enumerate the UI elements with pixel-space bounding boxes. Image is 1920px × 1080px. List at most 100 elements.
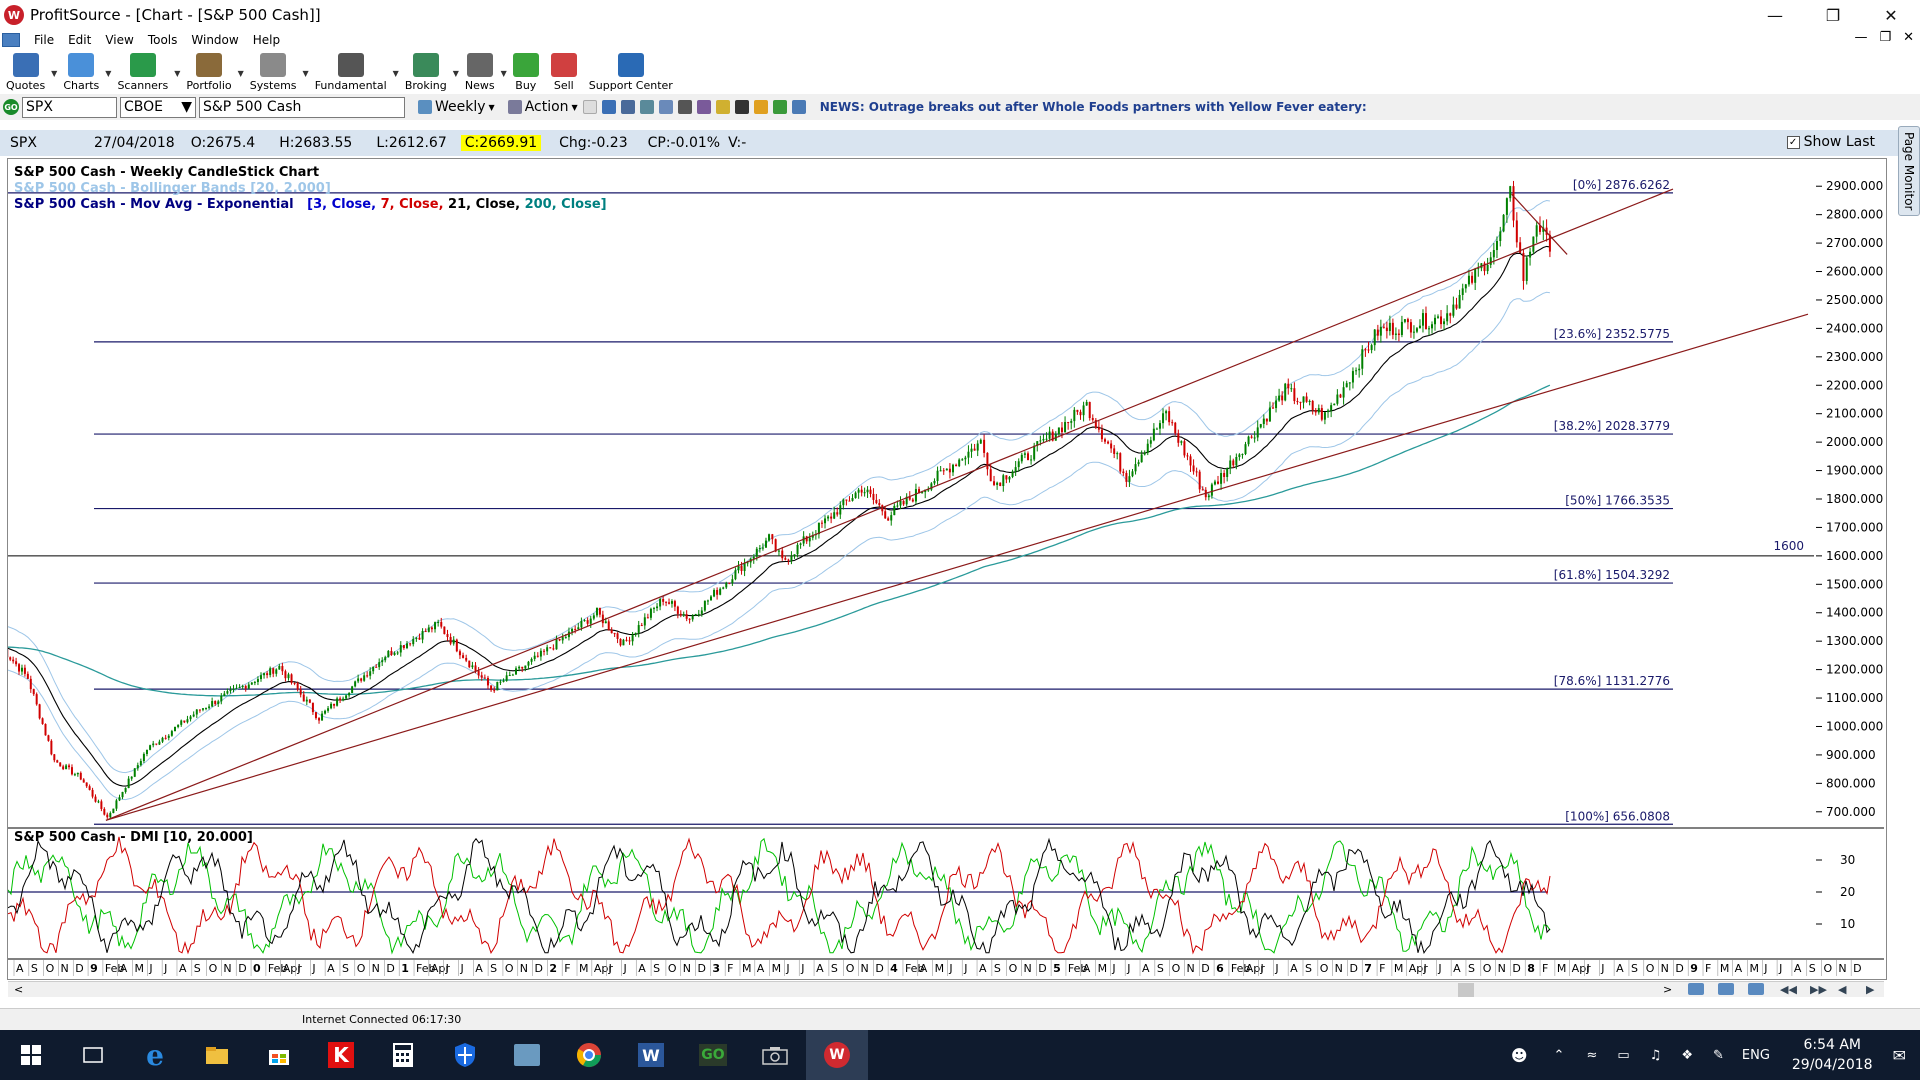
menu-view[interactable]: View [105, 33, 133, 47]
store-icon[interactable] [248, 1030, 310, 1080]
zoom-in-icon[interactable] [1718, 983, 1734, 995]
info-icon[interactable] [791, 100, 806, 114]
tray-chevron-up-icon[interactable]: ⌃ [1554, 1048, 1565, 1063]
broking-dropdown-icon[interactable]: ▼ [453, 69, 459, 78]
binoculars-icon[interactable] [734, 100, 749, 114]
fundamental-dropdown-icon[interactable]: ▼ [393, 69, 399, 78]
people-icon[interactable]: ☻ [1511, 1046, 1528, 1065]
mdi-close-icon[interactable]: ✕ [1903, 30, 1914, 45]
fit-icon[interactable] [1748, 983, 1764, 995]
horizontal-scrollbar[interactable]: < > ◀◀ ▶▶ ◀ ▶ [8, 981, 1884, 997]
candle-body [670, 601, 673, 604]
profitsource-taskbar-icon[interactable]: W [806, 1030, 868, 1080]
restore-button[interactable]: ❐ [1804, 0, 1862, 30]
scroll-right-icon[interactable]: > [1663, 983, 1672, 996]
dropbox-icon[interactable]: ❖ [1681, 1048, 1693, 1063]
symbol-input[interactable]: SPX [22, 96, 117, 118]
wifi-icon[interactable]: ≈ [1586, 1048, 1597, 1063]
candle-body [1495, 240, 1498, 251]
exchange-select[interactable]: CBOE ▼ [120, 96, 196, 118]
menu-tools[interactable]: Tools [148, 33, 178, 47]
mdi-restore-icon[interactable]: ❐ [1879, 30, 1891, 45]
chart-tool-icon[interactable] [601, 100, 616, 114]
candle-body [1464, 284, 1467, 289]
candle-body [703, 600, 706, 611]
battery-icon[interactable]: ▭ [1617, 1048, 1629, 1063]
menu-edit[interactable]: Edit [68, 33, 91, 47]
page-monitor-tab[interactable]: Page Monitor [1898, 126, 1920, 216]
scanners-dropdown-icon[interactable]: ▼ [174, 69, 180, 78]
buy-button[interactable]: Buy [512, 53, 539, 92]
show-last-checkbox[interactable]: ✓ [1786, 135, 1800, 149]
candle-body [787, 559, 790, 561]
portfolio-dropdown-icon[interactable]: ▼ [238, 69, 244, 78]
news-ticker[interactable]: NEWS: Outrage breaks out after Whole Foo… [820, 100, 1367, 114]
portfolio-button[interactable]: Portfolio [186, 53, 232, 92]
scanners-button[interactable]: Scanners [117, 53, 168, 92]
step-back-icon[interactable]: ◀ [1838, 983, 1846, 996]
menu-window[interactable]: Window [191, 33, 238, 47]
action-dropdown[interactable]: Action ▼ [503, 99, 578, 115]
kaspersky-icon[interactable]: K [310, 1030, 372, 1080]
indicator-icon[interactable] [696, 100, 711, 114]
broking-button[interactable]: Broking [405, 53, 447, 92]
charts-button[interactable]: Charts [63, 53, 99, 92]
document-icon[interactable] [2, 33, 20, 47]
period-dropdown[interactable]: Weekly ▼ [413, 99, 495, 115]
camera-icon[interactable] [744, 1030, 806, 1080]
candle-body [94, 796, 97, 802]
fundamental-button[interactable]: Fundamental [315, 53, 387, 92]
support-center-button[interactable]: Support Center [589, 53, 673, 92]
minimize-button[interactable]: — [1746, 0, 1804, 30]
edge-browser-icon[interactable]: e [124, 1030, 186, 1080]
print-icon[interactable] [620, 100, 635, 114]
sell-button[interactable]: Sell [550, 53, 577, 92]
scroll-last-icon[interactable]: ▶▶ [1810, 983, 1827, 996]
windows-start-icon[interactable] [0, 1030, 62, 1080]
candle-body [1367, 349, 1370, 351]
mdi-minimize-icon[interactable]: — [1854, 30, 1867, 45]
save-icon[interactable] [658, 100, 673, 114]
security-name-field[interactable]: S&P 500 Cash [199, 96, 405, 118]
star-icon[interactable] [753, 100, 768, 114]
scroll-first-icon[interactable]: ◀◀ [1780, 983, 1797, 996]
file-explorer-icon[interactable] [186, 1030, 248, 1080]
notifications-icon[interactable]: ✉ [1893, 1046, 1906, 1065]
quotes-button[interactable]: Quotes [6, 53, 45, 92]
zoom-out-icon[interactable] [1688, 983, 1704, 995]
chrome-icon[interactable] [558, 1030, 620, 1080]
menu-help[interactable]: Help [253, 33, 280, 47]
task-view-icon[interactable] [62, 1030, 124, 1080]
pen-icon[interactable]: ✎ [1713, 1048, 1724, 1063]
signal-icon[interactable] [772, 100, 787, 114]
defender-shield-icon[interactable] [434, 1030, 496, 1080]
candle-body [85, 782, 88, 787]
chart-area[interactable]: 2900.0002800.0002700.0002600.0002500.000… [8, 158, 1884, 978]
step-forward-icon[interactable]: ▶ [1866, 983, 1874, 996]
language-indicator[interactable]: ENG [1742, 1048, 1770, 1063]
news-dropdown-icon[interactable]: ▼ [501, 69, 507, 78]
clock[interactable]: 6:54 AM 29/04/2018 [1792, 1035, 1873, 1075]
quotes-dropdown-icon[interactable]: ▼ [51, 69, 57, 78]
candle-body [1512, 186, 1515, 221]
close-button[interactable]: ✕ [1862, 0, 1920, 30]
systems-dropdown-icon[interactable]: ▼ [303, 69, 309, 78]
word-icon[interactable]: W [620, 1030, 682, 1080]
zoom-icon[interactable] [639, 100, 654, 114]
tools-icon[interactable] [677, 100, 692, 114]
menu-file[interactable]: File [34, 33, 54, 47]
volume-icon[interactable]: ♫ [1650, 1048, 1662, 1063]
calculator-icon[interactable] [372, 1030, 434, 1080]
lightbulb-icon[interactable] [715, 100, 730, 114]
charts-dropdown-icon[interactable]: ▼ [105, 69, 111, 78]
go-icon[interactable]: GO [3, 99, 19, 115]
candle-body [1238, 454, 1241, 458]
scroll-left-icon[interactable]: < [14, 983, 23, 996]
scroll-thumb[interactable] [1458, 983, 1474, 997]
show-last-toggle[interactable]: ✓ Show Last [1786, 134, 1875, 150]
news-button[interactable]: News [465, 53, 495, 92]
control-panel-icon[interactable] [496, 1030, 558, 1080]
go-app-icon[interactable]: GO [682, 1030, 744, 1080]
systems-button[interactable]: Systems [250, 53, 297, 92]
blank-page-icon[interactable] [582, 100, 597, 114]
